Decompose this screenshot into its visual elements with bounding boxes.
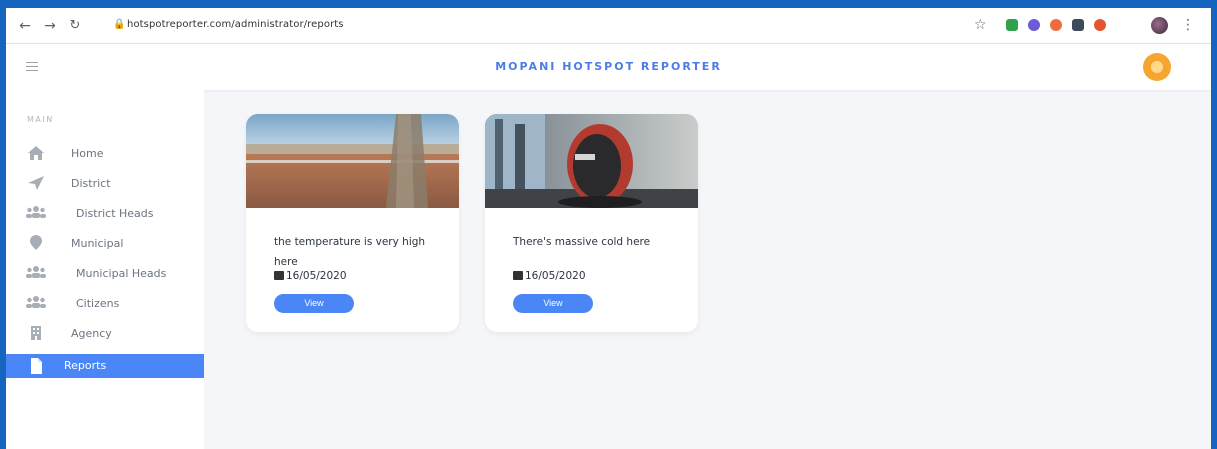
- users-icon: [26, 265, 46, 283]
- calendar-icon: [513, 271, 523, 280]
- sidebar-item-label: Reports: [64, 359, 107, 372]
- map-marker-icon: [26, 235, 46, 253]
- browser-window: ← → ↻ 🔒 hotspotreporter.com/administrato…: [6, 8, 1211, 449]
- sidebar-item-label: Municipal: [71, 237, 124, 250]
- sidebar-item-district-heads[interactable]: District Heads: [6, 202, 204, 226]
- browser-menu-icon[interactable]: ⋮: [1181, 17, 1195, 33]
- sidebar-item-label: District Heads: [76, 207, 154, 220]
- extension-purple-icon[interactable]: [1028, 19, 1040, 31]
- sidebar-item-label: Home: [71, 147, 104, 160]
- users-icon: [26, 295, 46, 313]
- report-date-value: 16/05/2020: [525, 270, 586, 282]
- home-icon: [26, 145, 46, 163]
- back-icon[interactable]: ←: [16, 17, 34, 35]
- sidebar-item-municipal-heads[interactable]: Municipal Heads: [6, 262, 204, 286]
- location-arrow-icon: [26, 175, 46, 193]
- user-avatar[interactable]: [1143, 53, 1171, 81]
- sidebar-item-municipal[interactable]: Municipal: [6, 232, 204, 256]
- report-photo: [246, 114, 459, 208]
- view-button[interactable]: View: [513, 294, 593, 313]
- sidebar-item-label: District: [71, 177, 111, 190]
- sidebar-item-citizens[interactable]: Citizens: [6, 292, 204, 316]
- users-icon: [26, 205, 46, 223]
- browser-profile-avatar[interactable]: [1151, 17, 1168, 34]
- sidebar-item-reports[interactable]: Reports: [6, 354, 204, 378]
- extension-green-icon[interactable]: [1006, 19, 1018, 31]
- building-icon: [26, 325, 46, 343]
- report-date: 16/05/2020: [274, 270, 347, 282]
- sidebar-item-district[interactable]: District: [6, 172, 204, 196]
- report-description: There's massive cold here: [513, 236, 651, 248]
- sidebar-heading: MAIN: [27, 115, 54, 124]
- address-bar[interactable]: hotspotreporter.com/administrator/report…: [127, 19, 344, 30]
- sidebar-item-label: Agency: [71, 327, 112, 340]
- calendar-icon: [274, 271, 284, 280]
- browser-toolbar: ← → ↻ 🔒 hotspotreporter.com/administrato…: [6, 8, 1211, 44]
- view-button[interactable]: View: [274, 294, 354, 313]
- app-header: MOPANI HOTSPOT REPORTER: [6, 44, 1211, 90]
- sidebar: MAIN Home District District Heads Munici…: [6, 90, 204, 449]
- report-photo: [485, 114, 698, 208]
- report-date-value: 16/05/2020: [286, 270, 347, 282]
- lock-icon: 🔒: [113, 19, 126, 30]
- sidebar-item-agency[interactable]: Agency: [6, 322, 204, 346]
- forward-icon[interactable]: →: [41, 17, 59, 35]
- extension-orange-icon[interactable]: [1050, 19, 1062, 31]
- file-icon: [26, 357, 46, 375]
- bookmark-star-icon[interactable]: ☆: [974, 17, 987, 33]
- sidebar-item-home[interactable]: Home: [6, 142, 204, 166]
- sidebar-item-label: Municipal Heads: [76, 267, 167, 280]
- report-date: 16/05/2020: [513, 270, 586, 282]
- reload-icon[interactable]: ↻: [66, 17, 84, 35]
- app-title: MOPANI HOTSPOT REPORTER: [495, 60, 722, 73]
- report-card: There's massive cold here 16/05/2020 Vie…: [485, 114, 698, 332]
- extension-red-icon[interactable]: [1094, 19, 1106, 31]
- extension-dark-icon[interactable]: [1072, 19, 1084, 31]
- report-description: the temperature is very high here: [274, 236, 426, 268]
- report-card: the temperature is very high here 16/05/…: [246, 114, 459, 332]
- sidebar-item-label: Citizens: [76, 297, 120, 310]
